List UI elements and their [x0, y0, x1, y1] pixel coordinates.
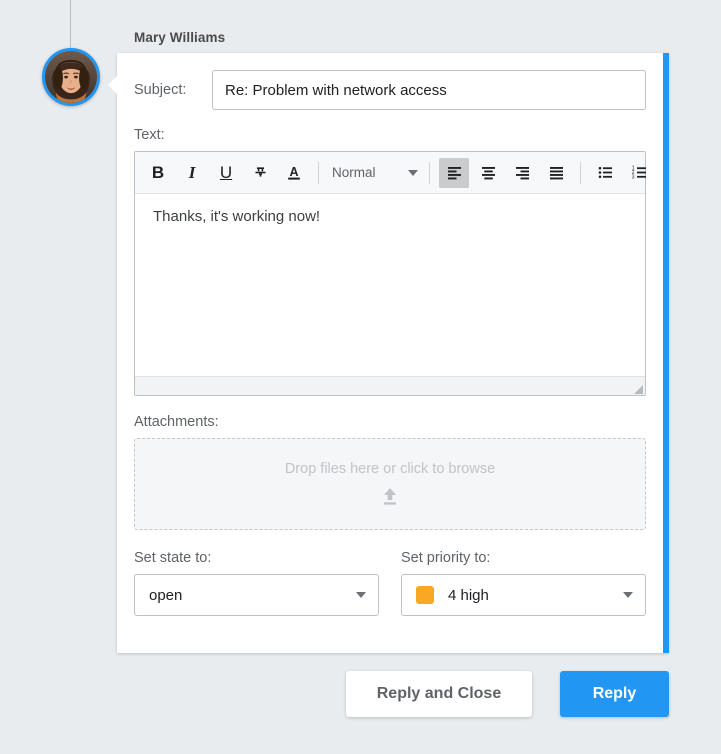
underline-icon[interactable]: U	[211, 158, 241, 188]
svg-text:A: A	[289, 165, 298, 179]
editor-body[interactable]: Thanks, it's working now!	[135, 194, 645, 376]
card-accent-bar	[663, 53, 669, 653]
reply-card: Subject: Text: B I U	[108, 53, 669, 653]
priority-select-group: Set priority to: 4 high	[401, 550, 646, 616]
avatar	[42, 48, 100, 106]
subject-row: Subject:	[134, 70, 646, 110]
bold-label: B	[151, 163, 165, 182]
author-name: Mary Williams	[134, 30, 226, 45]
bullet-list-icon[interactable]	[590, 158, 620, 188]
attachments-label: Attachments:	[134, 414, 219, 430]
upload-icon	[379, 487, 401, 507]
format-select-value: Normal	[332, 165, 376, 180]
align-justify-icon[interactable]	[541, 158, 571, 188]
text-editor: B I U A Normal 1 2 3 Thanks, it's workin…	[134, 151, 646, 396]
text-color-icon[interactable]: A	[279, 158, 309, 188]
align-center-icon[interactable]	[473, 158, 503, 188]
chevron-down-icon	[356, 592, 366, 598]
state-select-value: open	[149, 586, 183, 604]
underline-label: U	[219, 163, 233, 182]
attachments-dropzone[interactable]: Drop files here or click to browse	[134, 438, 646, 530]
state-select-label: Set state to:	[134, 550, 212, 566]
italic-icon[interactable]: I	[177, 158, 207, 188]
toolbar-separator	[580, 161, 581, 184]
numbered-list-icon[interactable]: 1 2 3	[624, 158, 654, 188]
subject-label: Subject:	[134, 82, 187, 98]
editor-footer	[135, 376, 645, 395]
align-right-icon[interactable]	[507, 158, 537, 188]
editor-toolbar: B I U A Normal 1 2 3	[135, 152, 646, 194]
state-select-group: Set state to: open	[134, 550, 379, 616]
strikethrough-icon[interactable]	[245, 158, 275, 188]
priority-select[interactable]: 4 high	[401, 574, 646, 616]
resize-grip-icon[interactable]	[634, 385, 643, 394]
text-label: Text:	[134, 127, 165, 143]
chevron-down-icon	[408, 169, 418, 176]
svg-text:3: 3	[631, 174, 634, 180]
chevron-down-icon	[623, 592, 633, 598]
priority-select-label: Set priority to:	[401, 550, 491, 566]
italic-label: I	[188, 163, 196, 182]
card-actions: Reply and Close Reply	[117, 671, 669, 717]
bold-icon[interactable]: B	[143, 158, 173, 188]
priority-color-swatch	[416, 586, 434, 604]
toolbar-separator	[318, 161, 319, 184]
selects-row: Set state to: open Set priority to: 4 hi…	[134, 550, 646, 616]
reply-and-close-button[interactable]: Reply and Close	[346, 671, 532, 717]
reply-button[interactable]: Reply	[560, 671, 669, 717]
priority-select-value: 4 high	[448, 586, 489, 604]
attachments-hint: Drop files here or click to browse	[284, 461, 496, 477]
state-select[interactable]: open	[134, 574, 379, 616]
toolbar-separator	[429, 161, 430, 184]
format-select[interactable]: Normal	[326, 159, 422, 187]
user-photo-avatar	[45, 51, 97, 103]
align-left-icon[interactable]	[439, 157, 469, 188]
subject-input[interactable]	[212, 70, 646, 110]
timeline-rail	[70, 0, 71, 53]
